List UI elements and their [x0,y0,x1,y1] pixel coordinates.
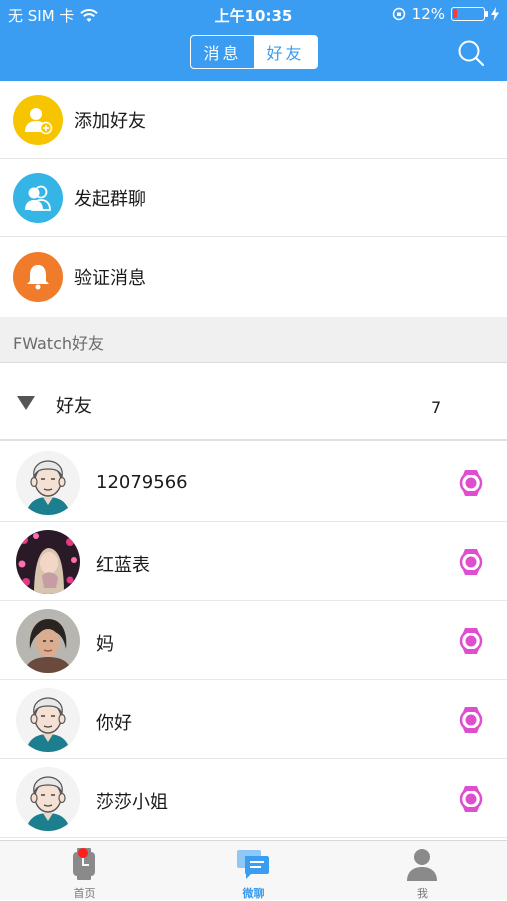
photo-avatar [16,609,80,673]
group-count: 7 [431,398,442,417]
tab-home-label: 首页 [73,887,96,900]
tab-chat[interactable]: 微聊 [169,841,338,901]
section-header: FWatch好友 [0,317,507,363]
friend-row[interactable]: 莎莎小姐 [0,759,507,838]
battery-percent: 12% [411,5,445,23]
friend-row[interactable]: 红蓝表 [0,522,507,601]
status-right: 12% [392,5,499,23]
tab-home[interactable]: 首页 [0,841,169,901]
charging-bolt-icon [491,7,499,21]
orientation-lock-icon [392,7,405,21]
status-bar: 无 SIM 卡 上午10:35 12% [0,0,507,28]
watch-icon[interactable] [456,625,486,657]
group-label: 好友 [56,396,92,417]
header: 无 SIM 卡 上午10:35 12% 消息 好友 [0,0,507,81]
elder-avatar [16,767,80,831]
group-chat-label: 发起群聊 [74,189,146,210]
group-chat-icon [13,173,63,223]
search-icon[interactable] [456,38,486,68]
friend-group-row[interactable]: 好友 7 [0,364,507,441]
tab-chat-label: 微聊 [242,887,265,900]
tab-friends[interactable]: 好友 [254,36,317,68]
friend-row[interactable]: 妈 [0,601,507,680]
add-friend-row[interactable]: 添加好友 [0,81,507,159]
group-chat-row[interactable]: 发起群聊 [0,159,507,237]
notification-badge [78,848,88,858]
friend-row[interactable]: 你好 [0,680,507,759]
friend-name: 莎莎小姐 [96,792,168,813]
tab-me-label: 我 [417,887,428,900]
bottom-tab-bar: 首页 微聊 我 [0,840,507,900]
chat-icon [237,850,269,879]
add-friend-label: 添加好友 [74,111,146,132]
elder-avatar [16,451,80,515]
watch-icon[interactable] [456,783,486,815]
verify-message-row[interactable]: 验证消息 [0,238,507,316]
battery-icon [451,7,488,21]
person-icon [407,849,437,881]
verify-message-label: 验证消息 [74,268,146,289]
expand-arrow-icon [17,396,35,410]
bell-icon [13,252,63,302]
friend-name: 12079566 [96,472,188,493]
tab-me[interactable]: 我 [338,841,507,901]
section-title: FWatch好友 [13,334,105,353]
watch-icon[interactable] [456,546,486,578]
friend-name: 红蓝表 [96,555,150,576]
tab-messages[interactable]: 消息 [191,36,254,68]
friend-name: 妈 [96,634,114,655]
battery-level [453,9,457,18]
elder-avatar [16,688,80,752]
friend-name: 你好 [96,713,132,734]
watch-icon[interactable] [456,467,486,499]
photo-avatar [16,530,80,594]
friend-row[interactable]: 12079566 [0,443,507,522]
watch-icon[interactable] [456,704,486,736]
add-friend-icon [13,95,63,145]
message-friend-segmented-control: 消息 好友 [190,35,318,69]
